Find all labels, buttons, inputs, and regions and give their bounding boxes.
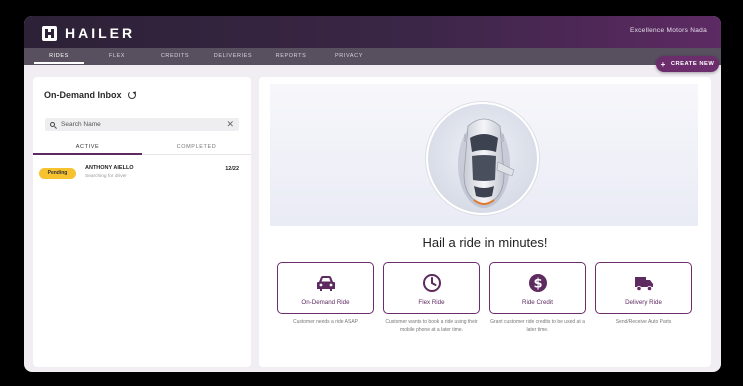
tab-active[interactable]: ACTIVE bbox=[33, 139, 142, 155]
hailer-logo[interactable]: HAILER bbox=[42, 24, 135, 42]
on-demand-ride-label: On-Demand Ride bbox=[301, 299, 350, 306]
tab-completed[interactable]: COMPLETED bbox=[142, 139, 251, 154]
clock-icon bbox=[422, 274, 441, 292]
search-box: ✕ bbox=[45, 118, 239, 131]
ride-credit-description: Grant customer ride credits to be used a… bbox=[490, 319, 585, 333]
ride-customer-name: ANTHONY AIELLO bbox=[85, 165, 134, 171]
delivery-ride-description: Send/Receive Auto Parts bbox=[615, 319, 672, 325]
delivery-ride-label: Delivery Ride bbox=[625, 299, 662, 306]
nav-tab-reports[interactable]: REPORTS bbox=[262, 48, 320, 65]
hero-banner bbox=[270, 84, 698, 226]
app-frame: HAILER Excellence Motors Nada RIDES FLEX… bbox=[24, 16, 721, 372]
refresh-icon[interactable] bbox=[127, 91, 136, 99]
search-icon bbox=[50, 122, 55, 127]
car-top-view-icon bbox=[458, 118, 515, 208]
ride-credit-label: Ride Credit bbox=[522, 299, 553, 306]
nav-tab-flex[interactable]: FLEX bbox=[88, 48, 146, 65]
flex-ride-label: Flex Ride bbox=[418, 299, 445, 306]
nav-tab-rides[interactable]: RIDES bbox=[30, 48, 88, 65]
status-badge: Pending bbox=[39, 168, 76, 179]
on-demand-inbox-panel: On-Demand Inbox ✕ ACTIVE COMPLETED Pendi… bbox=[33, 77, 251, 367]
close-icon[interactable]: ✕ bbox=[226, 120, 234, 129]
ride-date: 12/22 bbox=[225, 166, 239, 172]
flex-ride-description: Customer wants to book a ride using thei… bbox=[385, 319, 478, 333]
nav-tab-credits[interactable]: CREDITS bbox=[146, 48, 204, 65]
svg-text:$: $ bbox=[533, 277, 542, 292]
hero-title: Hail a ride in minutes! bbox=[422, 235, 548, 250]
ride-credit-button[interactable]: $ Ride Credit bbox=[489, 262, 586, 314]
ride-status-text: Searching for driver bbox=[85, 174, 127, 179]
inbox-title-row: On-Demand Inbox bbox=[44, 90, 136, 100]
inbox-title: On-Demand Inbox bbox=[44, 90, 122, 100]
top-bar: HAILER Excellence Motors Nada bbox=[24, 16, 721, 48]
inbox-tabs: ACTIVE COMPLETED bbox=[33, 139, 251, 155]
logo-text: HAILER bbox=[65, 25, 136, 41]
create-new-label: CREATE NEW bbox=[670, 61, 715, 67]
nav-tab-deliveries[interactable]: DELIVERIES bbox=[204, 48, 262, 65]
car-icon bbox=[316, 276, 335, 291]
car-illustration bbox=[426, 102, 539, 215]
delivery-ride-button[interactable]: Delivery Ride bbox=[595, 262, 692, 314]
on-demand-ride-button[interactable]: On-Demand Ride bbox=[277, 262, 374, 314]
main-panel: Hail a ride in minutes! On-Demand Ride C… bbox=[259, 77, 711, 367]
nav-tab-privacy[interactable]: PRIVACY bbox=[320, 48, 378, 65]
plus-icon: + bbox=[660, 59, 666, 69]
dollar-icon: $ bbox=[528, 274, 547, 292]
ride-options: On-Demand Ride Customer needs a ride ASA… bbox=[275, 262, 695, 352]
on-demand-ride-description: Customer needs a ride ASAP bbox=[292, 319, 359, 325]
main-nav: RIDES FLEX CREDITS DELIVERIES REPORTS PR… bbox=[24, 48, 721, 65]
list-item[interactable]: Pending ANTHONY AIELLO Searching for dri… bbox=[39, 163, 245, 183]
flex-ride-button[interactable]: Flex Ride bbox=[383, 262, 480, 314]
search-input[interactable] bbox=[61, 121, 227, 128]
create-new-button[interactable]: + CREATE NEW bbox=[656, 56, 719, 72]
truck-icon bbox=[634, 277, 653, 292]
logo-mark-icon bbox=[42, 25, 57, 41]
account-name[interactable]: Excellence Motors Nada bbox=[630, 27, 707, 34]
